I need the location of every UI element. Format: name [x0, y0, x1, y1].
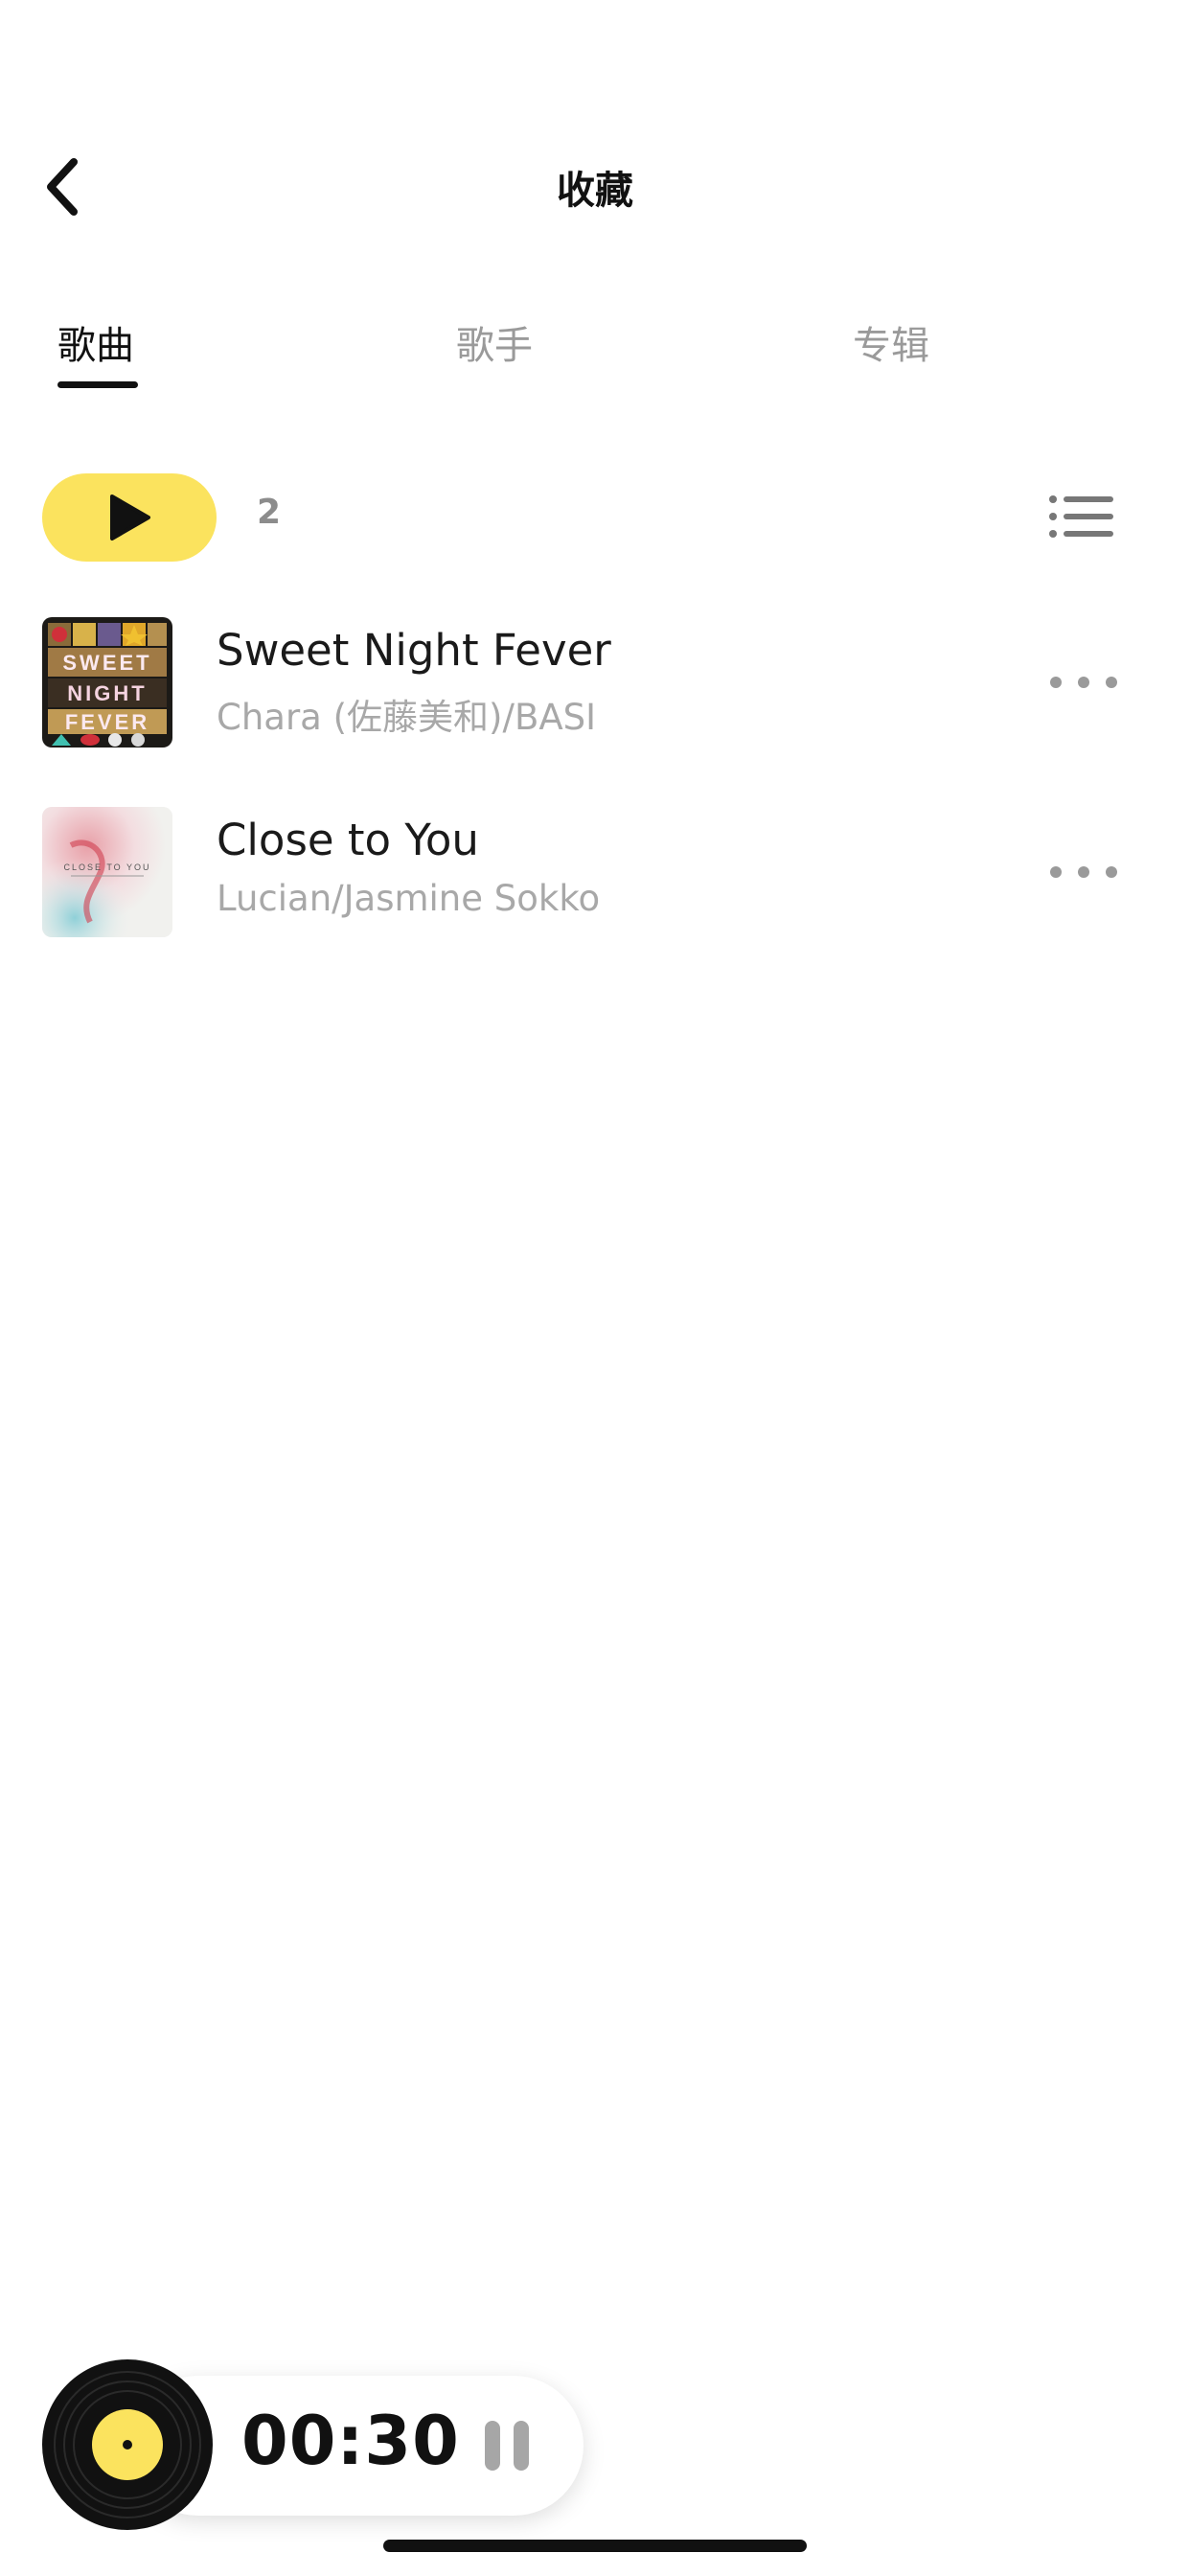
cover-text: FEVER [65, 710, 149, 734]
mini-player[interactable]: 00:30 [42, 2359, 584, 2530]
category-tabs: 歌曲 歌手 专辑 [0, 314, 1190, 401]
song-title: Sweet Night Fever [217, 625, 611, 676]
play-all-button[interactable] [42, 473, 217, 562]
tab-albums[interactable]: 专辑 [853, 314, 929, 370]
song-row[interactable]: CLOSE TO YOU Close to You Lucian/Jasmine… [0, 807, 1190, 941]
list-view-button[interactable] [1048, 493, 1115, 540]
song-title: Close to You [217, 815, 479, 865]
tab-artists[interactable]: 歌手 [456, 314, 533, 370]
pause-icon [485, 2421, 529, 2471]
favorites-screen: 收藏 歌曲 歌手 专辑 2 SWEET NIGHT FEVER Sweet Ni… [0, 0, 1190, 2576]
more-icon [1050, 866, 1062, 878]
song-count: 2 [257, 493, 282, 532]
song-row[interactable]: SWEET NIGHT FEVER Sweet Night Fever Char… [0, 617, 1190, 751]
play-icon [110, 494, 150, 540]
page-title: 收藏 [557, 169, 633, 213]
list-icon [1049, 495, 1113, 538]
close-to-you-cover: CLOSE TO YOU [42, 807, 172, 937]
more-options-button[interactable] [1050, 663, 1117, 702]
cover-text: SWEET [62, 651, 151, 675]
song-artist: Lucian/Jasmine Sokko [217, 878, 601, 919]
cover-text: NIGHT [67, 681, 147, 705]
song-artist: Chara (佐藤美和)/BASI [217, 697, 597, 738]
cover-text: CLOSE TO YOU [63, 862, 150, 872]
pause-button[interactable] [483, 2419, 531, 2472]
list-actions: 2 [0, 473, 1190, 562]
tab-songs[interactable]: 歌曲 [57, 314, 134, 370]
album-cover: SWEET NIGHT FEVER [42, 617, 172, 748]
more-icon [1050, 677, 1062, 688]
home-indicator [383, 2540, 807, 2552]
nav-header: 收藏 [0, 144, 1190, 230]
more-options-button[interactable] [1050, 853, 1117, 891]
album-cover: CLOSE TO YOU [42, 807, 172, 937]
vinyl-record-icon[interactable] [42, 2359, 213, 2530]
active-tab-indicator [57, 381, 138, 388]
playback-time: 00:30 [241, 2402, 460, 2480]
sweet-night-fever-cover: SWEET NIGHT FEVER [42, 617, 172, 748]
